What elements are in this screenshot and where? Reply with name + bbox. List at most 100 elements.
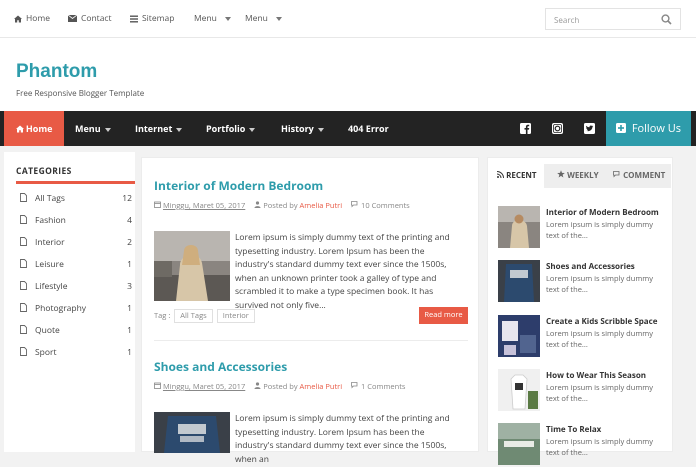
twitter-icon[interactable]: [584, 123, 595, 134]
nav-home[interactable]: Home: [4, 111, 64, 146]
user-icon: [254, 201, 261, 208]
top-nav-sitemap[interactable]: Sitemap: [130, 13, 174, 24]
read-more-button[interactable]: Read more: [419, 307, 468, 324]
category-item[interactable]: Photography 1: [20, 302, 132, 316]
category-name: Photography: [35, 303, 87, 314]
post-title[interactable]: Shoes and Accessories: [154, 358, 287, 375]
top-nav-label: Contact: [81, 13, 112, 24]
category-item[interactable]: All Tags 12: [20, 192, 132, 206]
recent-post-item[interactable]: Create a Kids Scribble Space Lorem ipsum…: [498, 315, 670, 359]
top-nav-label: Menu: [245, 13, 268, 24]
nav-label: Internet: [135, 122, 173, 135]
category-item[interactable]: Leisure 1: [20, 258, 132, 272]
nav-internet[interactable]: Internet: [135, 111, 183, 146]
site-logo[interactable]: Phantom: [16, 61, 97, 83]
recent-post-title[interactable]: How to Wear This Season: [546, 370, 646, 381]
category-name: Interior: [35, 237, 65, 248]
nav-history[interactable]: History: [281, 111, 324, 146]
category-name: Leisure: [35, 259, 64, 270]
post-date-wrap: Minggu, Maret 05, 2017: [154, 382, 245, 392]
nav-menu[interactable]: Menu: [75, 111, 111, 146]
follow-us-button[interactable]: Follow Us: [606, 111, 691, 146]
star-icon: [557, 170, 565, 178]
site-tagline: Free Responsive Blogger Template: [16, 88, 145, 99]
calendar-icon: [154, 201, 161, 208]
recent-post-thumbnail[interactable]: [498, 260, 540, 302]
comments-icon: [351, 201, 358, 208]
post-thumbnail[interactable]: [154, 231, 230, 301]
category-count: 1: [127, 325, 132, 336]
post-comments-wrap[interactable]: 10 Comments: [351, 201, 410, 211]
top-bar: Home Contact Sitemap Menu Menu Search: [0, 0, 696, 38]
tab-recent[interactable]: RECENT: [491, 164, 544, 188]
document-icon: [20, 281, 27, 290]
recent-post-item[interactable]: Shoes and Accessories Lorem ipsum is sim…: [498, 260, 670, 304]
site-header: Phantom Free Responsive Blogger Template: [0, 38, 696, 111]
recent-post-excerpt: Lorem ipsum is simply dummy text of the.…: [546, 220, 653, 241]
caret-down-icon: [104, 128, 111, 132]
category-item[interactable]: Lifestyle 3: [20, 280, 132, 294]
recent-post-item[interactable]: How to Wear This Season Lorem ipsum is s…: [498, 369, 670, 413]
post-thumbnail[interactable]: [154, 412, 230, 453]
post-author[interactable]: Amelia Putri: [300, 382, 343, 392]
top-nav-menu-1[interactable]: Menu: [194, 13, 231, 24]
nav-404-error[interactable]: 404 Error: [348, 111, 389, 146]
top-nav-contact[interactable]: Contact: [68, 13, 112, 24]
plus-square-icon: [616, 123, 626, 133]
category-item[interactable]: Sport 1: [20, 346, 132, 360]
tab-weekly[interactable]: WEEKLY: [551, 164, 607, 188]
post-author[interactable]: Amelia Putri: [300, 201, 343, 211]
post-image: [154, 231, 230, 301]
recent-post-thumbnail[interactable]: [498, 206, 540, 248]
category-name: Fashion: [35, 215, 66, 226]
nav-label: Home: [25, 122, 53, 135]
instagram-icon[interactable]: [552, 123, 563, 134]
post-author-wrap: Posted by Amelia Putri: [254, 201, 342, 211]
category-item[interactable]: Quote 1: [20, 324, 132, 338]
recent-post-image: [498, 423, 540, 465]
tag-link[interactable]: Interior: [216, 309, 255, 323]
search-input[interactable]: Search: [545, 8, 681, 30]
page-scrollbar[interactable]: [681, 152, 696, 452]
recent-post-thumbnail[interactable]: [498, 369, 540, 411]
user-icon: [254, 382, 261, 389]
document-icon: [20, 303, 27, 312]
post-meta: Minggu, Maret 05, 2017 Posted by Amelia …: [154, 201, 410, 211]
recent-post-item[interactable]: Interior of Modern Bedroom Lorem ipsum i…: [498, 206, 670, 250]
tag-link[interactable]: All Tags: [174, 309, 213, 323]
post-date[interactable]: Minggu, Maret 05, 2017: [163, 201, 245, 211]
nav-portfolio[interactable]: Portfolio: [206, 111, 256, 146]
recent-post-title[interactable]: Time To Relax: [546, 424, 601, 435]
document-icon: [20, 193, 27, 202]
widget-tabs: RECENT WEEKLY COMMENT: [491, 164, 671, 188]
document-icon: [20, 259, 27, 268]
post-date[interactable]: Minggu, Maret 05, 2017: [163, 382, 245, 392]
document-icon: [20, 347, 27, 356]
sitemap-icon: [130, 15, 138, 22]
post-comments-wrap[interactable]: 1 Comments: [351, 382, 405, 392]
top-nav-home[interactable]: Home: [14, 13, 50, 24]
recent-post-thumbnail[interactable]: [498, 423, 540, 465]
recent-post-thumbnail[interactable]: [498, 315, 540, 357]
post-tags: Tag : All Tags Interior: [154, 309, 255, 323]
top-nav-label: Sitemap: [142, 13, 175, 24]
recent-post-image: [498, 206, 540, 248]
recent-post-title[interactable]: Shoes and Accessories: [546, 261, 635, 272]
category-item[interactable]: Interior 2: [20, 236, 132, 250]
recent-post-excerpt: Lorem ipsum is simply dummy text of the.…: [546, 329, 653, 350]
follow-us-label: Follow Us: [631, 121, 681, 136]
facebook-icon[interactable]: [520, 123, 531, 134]
top-nav-menu-2[interactable]: Menu: [245, 13, 282, 24]
category-item[interactable]: Fashion 4: [20, 214, 132, 228]
search-icon[interactable]: [661, 14, 672, 25]
tab-comment[interactable]: COMMENT: [607, 164, 671, 188]
recent-post-title[interactable]: Create a Kids Scribble Space: [546, 316, 657, 327]
category-count: 12: [122, 193, 132, 204]
recent-post-item[interactable]: Time To Relax Lorem ipsum is simply dumm…: [498, 423, 670, 467]
caret-down-icon: [317, 128, 324, 132]
post-title[interactable]: Interior of Modern Bedroom: [154, 177, 323, 194]
post-meta: Minggu, Maret 05, 2017 Posted by Amelia …: [154, 382, 405, 392]
tabbed-widget: RECENT WEEKLY COMMENT Interior of Modern…: [487, 157, 673, 465]
caret-down-icon: [275, 16, 282, 21]
recent-post-title[interactable]: Interior of Modern Bedroom: [546, 207, 659, 218]
